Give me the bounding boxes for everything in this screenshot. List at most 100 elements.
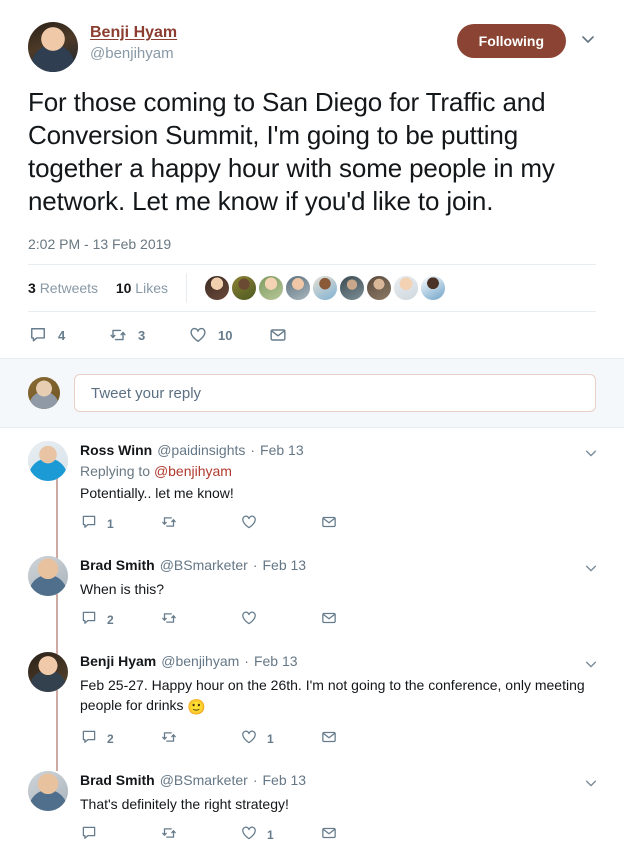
slightly-smiling-face-emoji: 🙂 xyxy=(187,699,207,716)
dm-button[interactable] xyxy=(320,824,338,847)
reply-author-handle[interactable]: @BSmarketer xyxy=(160,556,248,575)
envelope-icon xyxy=(320,728,338,751)
retweet-button[interactable] xyxy=(160,728,240,751)
reply-author-name[interactable]: Brad Smith xyxy=(80,771,155,790)
reply-button[interactable]: 4 xyxy=(28,325,108,345)
chevron-down-icon[interactable] xyxy=(584,446,598,465)
like-button[interactable]: 1 xyxy=(240,728,320,751)
reply-date[interactable]: Feb 13 xyxy=(254,652,298,671)
reply-button[interactable] xyxy=(80,824,160,847)
heart-icon xyxy=(240,513,258,536)
tweet-timestamp[interactable]: 2:02 PM - 13 Feb 2019 xyxy=(28,236,596,252)
reply-date[interactable]: Feb 13 xyxy=(262,556,306,575)
like-count: 1 xyxy=(267,828,274,842)
like-button[interactable]: 1 xyxy=(240,824,320,847)
reply-text: When is this? xyxy=(80,581,165,597)
main-tweet-actions: 4 3 10 xyxy=(28,312,596,358)
chevron-down-icon[interactable] xyxy=(580,31,596,52)
current-user-avatar[interactable] xyxy=(28,377,60,409)
chevron-down-icon[interactable] xyxy=(584,657,598,676)
separator-dot: · xyxy=(244,653,249,669)
replies-list: Ross Winn @paidinsights · Feb 13 Replyin… xyxy=(0,428,624,854)
reply-button[interactable]: 1 xyxy=(80,513,160,536)
reply-author-name[interactable]: Ross Winn xyxy=(80,441,152,460)
chevron-down-icon[interactable] xyxy=(584,776,598,795)
like-button[interactable]: 10 xyxy=(188,325,268,345)
reply-item: Brad Smith @BSmarketer · Feb 13 When is … xyxy=(0,530,624,652)
retweet-button[interactable] xyxy=(160,609,240,632)
reply-count: 2 xyxy=(107,732,114,746)
reply-icon xyxy=(80,728,98,751)
engagement-stats-row: 3 Retweets 10 Likes xyxy=(28,265,596,311)
replying-to-label: Replying to xyxy=(80,463,151,479)
reply-actions: 2 1 xyxy=(80,720,588,758)
reply-header: Benji Hyam @benjihyam · Feb 13 xyxy=(80,652,588,671)
reply-input-wrapper[interactable] xyxy=(74,374,596,412)
reply-button[interactable]: 2 xyxy=(80,728,160,751)
retweets-stat[interactable]: 3 Retweets xyxy=(28,280,98,296)
envelope-icon xyxy=(320,513,338,536)
reply-text-body: Feb 25-27. Happy hour on the 26th. I'm n… xyxy=(80,677,585,713)
reply-icon xyxy=(80,609,98,632)
avatar[interactable] xyxy=(339,276,364,300)
dm-button[interactable] xyxy=(320,513,338,536)
reply-author-handle[interactable]: @benjihyam xyxy=(161,652,239,671)
avatar[interactable] xyxy=(28,556,68,596)
reply-author-handle[interactable]: @BSmarketer xyxy=(160,771,248,790)
reply-header: Brad Smith @BSmarketer · Feb 13 xyxy=(80,556,588,575)
heart-icon xyxy=(240,728,258,751)
reply-body: Brad Smith @BSmarketer · Feb 13 That's d… xyxy=(80,771,596,854)
likes-stat[interactable]: 10 Likes xyxy=(116,280,168,296)
stats-counts: 3 Retweets 10 Likes xyxy=(28,280,168,296)
dm-button[interactable] xyxy=(268,325,288,345)
like-button[interactable] xyxy=(240,609,320,632)
avatar[interactable] xyxy=(28,22,78,72)
heart-icon xyxy=(188,325,208,345)
avatar[interactable] xyxy=(258,276,283,300)
reply-icon xyxy=(28,325,48,345)
reply-header: Brad Smith @BSmarketer · Feb 13 xyxy=(80,771,588,790)
reply-author-name[interactable]: Brad Smith xyxy=(80,556,155,575)
retweet-button[interactable]: 3 xyxy=(108,325,188,345)
chevron-down-icon[interactable] xyxy=(584,561,598,580)
like-button[interactable] xyxy=(240,513,320,536)
reply-actions: 1 xyxy=(80,505,588,543)
avatar[interactable] xyxy=(366,276,391,300)
reply-header: Ross Winn @paidinsights · Feb 13 xyxy=(80,441,588,460)
replying-to-mention[interactable]: @benjihyam xyxy=(154,463,232,479)
dm-button[interactable] xyxy=(320,609,338,632)
reply-author-name[interactable]: Benji Hyam xyxy=(80,652,156,671)
tweet-text: For those coming to San Diego for Traffi… xyxy=(28,87,555,216)
avatar[interactable] xyxy=(28,771,68,811)
heart-icon xyxy=(240,824,258,847)
reply-button[interactable]: 2 xyxy=(80,609,160,632)
reply-date[interactable]: Feb 13 xyxy=(262,771,306,790)
avatar[interactable] xyxy=(204,276,229,300)
reply-actions: 2 xyxy=(80,601,588,639)
avatar[interactable] xyxy=(28,652,68,692)
envelope-icon xyxy=(268,325,288,345)
reply-input[interactable] xyxy=(89,383,581,403)
avatar[interactable] xyxy=(285,276,310,300)
follow-controls: Following xyxy=(456,22,596,58)
avatar[interactable] xyxy=(393,276,418,300)
reply-date[interactable]: Feb 13 xyxy=(260,441,304,460)
retweet-button[interactable] xyxy=(160,513,240,536)
avatar[interactable] xyxy=(231,276,256,300)
reply-text: That's definitely the right strategy! xyxy=(80,796,289,812)
retweet-count: 3 xyxy=(138,327,146,343)
avatar[interactable] xyxy=(312,276,337,300)
main-tweet-identity: Benji Hyam @benjihyam xyxy=(90,22,457,64)
dm-button[interactable] xyxy=(320,728,338,751)
following-button[interactable]: Following xyxy=(456,24,566,58)
reply-body: Ross Winn @paidinsights · Feb 13 Replyin… xyxy=(80,441,596,543)
main-tweet-header: Benji Hyam @benjihyam Following xyxy=(28,22,596,72)
author-display-name[interactable]: Benji Hyam xyxy=(90,23,177,43)
avatar[interactable] xyxy=(28,441,68,481)
avatar[interactable] xyxy=(420,276,445,300)
reply-author-handle[interactable]: @paidinsights xyxy=(157,441,245,460)
like-count: 10 xyxy=(218,327,233,343)
reply-item: Ross Winn @paidinsights · Feb 13 Replyin… xyxy=(0,428,624,556)
retweet-button[interactable] xyxy=(160,824,240,847)
retweet-icon xyxy=(160,824,178,847)
